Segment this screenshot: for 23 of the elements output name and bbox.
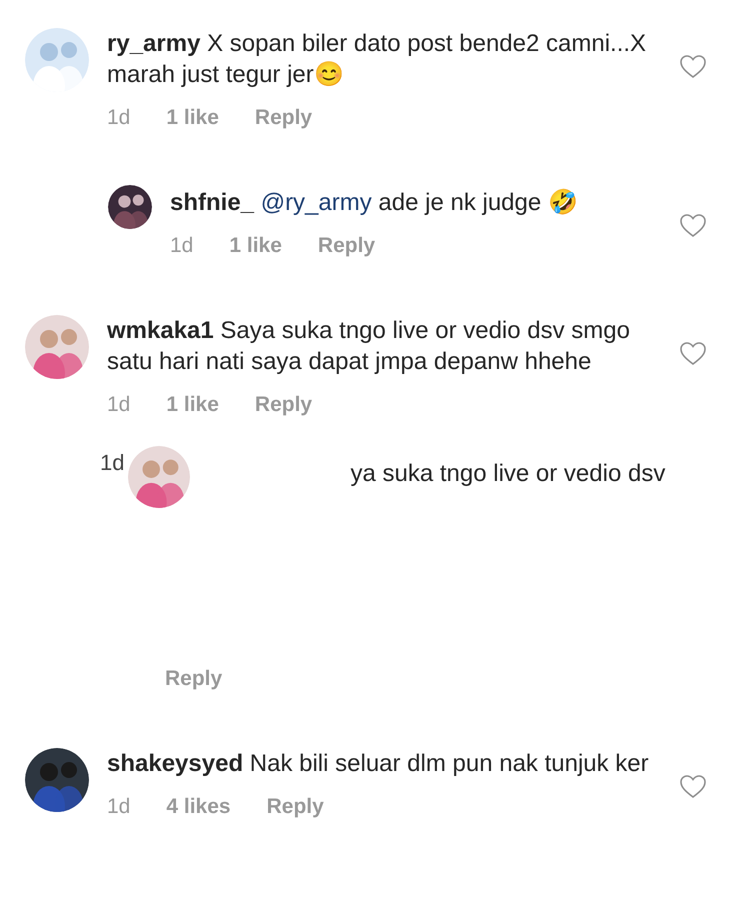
reply-link[interactable]: Reply — [266, 794, 324, 820]
comment-text: ya suka tngo live or vedio dsv — [350, 459, 666, 489]
reply-link[interactable]: Reply — [254, 105, 312, 131]
likes-count[interactable]: 1 like — [166, 392, 219, 418]
comment-time: 1d — [107, 105, 130, 131]
comment-text: ry_army X sopan biler dato post bende2 camni...X marah just tegur jer😊 — [107, 29, 648, 90]
reply-link[interactable]: Reply — [254, 392, 312, 418]
likes-count[interactable]: 1 like — [229, 233, 282, 259]
likes-count[interactable]: 1 like — [166, 105, 219, 131]
comment-text: wmkaka1 Saya suka tngo live or vedio dsv smgo satu hari nati saya dapat jmpa depanw hhehe — [107, 316, 631, 377]
heart-icon[interactable] — [680, 214, 706, 238]
comment-time: 1d — [100, 450, 124, 476]
reply-link[interactable]: Reply — [318, 233, 376, 259]
comment-text: shakeysyed Nak bili seluar dlm pun nak tunjuk ker — [107, 749, 650, 779]
likes-count[interactable]: 4 likes — [166, 794, 231, 820]
comment-time: 1d — [107, 392, 130, 418]
heart-icon[interactable] — [680, 55, 706, 79]
heart-icon[interactable] — [680, 342, 706, 366]
comment-time: 1d — [170, 233, 194, 259]
comment-text: shfnie_ @ry_army ade je nk judge 🤣 — [170, 188, 579, 218]
heart-icon[interactable] — [680, 775, 706, 799]
comment-time: 1d — [107, 794, 130, 820]
reply-link[interactable]: Reply — [165, 666, 222, 692]
